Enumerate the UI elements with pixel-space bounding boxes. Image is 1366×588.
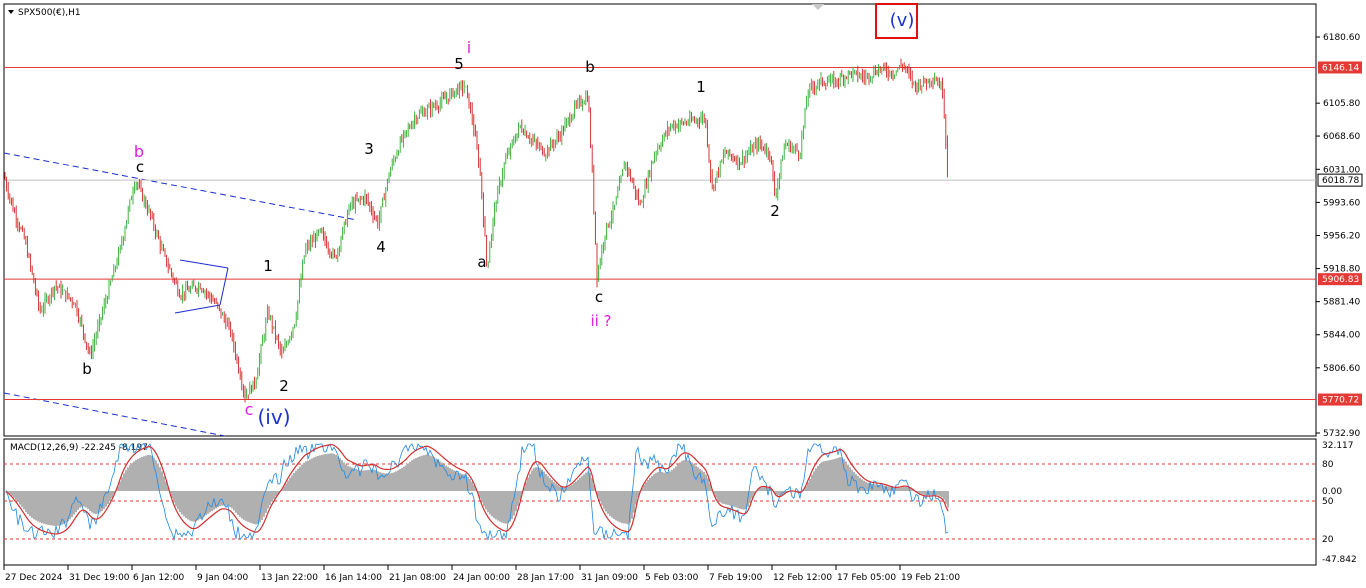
- y-tick-label: 5918.80: [1323, 265, 1360, 275]
- y-tick-label: 5844.00: [1323, 331, 1360, 341]
- current-price-label: 6018.78: [1322, 176, 1359, 186]
- macd-tick-label: 50: [1322, 497, 1334, 507]
- trendline-upper: [3, 152, 358, 221]
- wave-label: c: [245, 400, 254, 419]
- x-tick-label: 31 Dec 19:00: [69, 573, 130, 583]
- y-tick-label: 5881.40: [1323, 298, 1360, 308]
- macd-tick-label: 20: [1322, 535, 1334, 545]
- x-tick-label: 12 Feb 12:00: [773, 573, 832, 583]
- x-tick-label: 17 Feb 05:00: [837, 573, 896, 583]
- wave-label: 2: [279, 377, 289, 395]
- wave-label: c: [595, 288, 603, 306]
- x-tick-label: 28 Jan 17:00: [517, 573, 574, 583]
- y-tick-label: 6068.60: [1323, 132, 1360, 142]
- x-tick-label: 24 Jan 00:00: [453, 573, 510, 583]
- triangle-line-top: [179, 259, 229, 269]
- level-label: 5906.83: [1322, 275, 1359, 285]
- x-tick-label: 21 Jan 08:00: [389, 573, 446, 583]
- wave-label: b: [82, 360, 92, 378]
- wave-label: 2: [770, 202, 780, 220]
- chart-title: SPX500(€),H1: [18, 8, 81, 18]
- price-chart[interactable]: SPX500(€),H1 6146.14 5906.83 5770.72 6018.7…: [0, 0, 1366, 588]
- y-tick-label: 5956.20: [1323, 231, 1360, 241]
- y-tick-label: 6031.00: [1323, 165, 1360, 175]
- x-tick-label: 19 Feb 21:00: [901, 573, 960, 583]
- wave-label: b: [585, 58, 595, 76]
- wave-label: 1: [696, 78, 706, 96]
- x-tick-label: 9 Jan 04:00: [197, 573, 249, 583]
- wave-label: 3: [364, 140, 374, 158]
- wave-label: 1: [263, 257, 273, 275]
- y-tick-label: 6105.80: [1323, 99, 1360, 109]
- y-tick-label: 6180.60: [1323, 33, 1360, 43]
- y-tick-label: 5806.60: [1323, 364, 1360, 374]
- triangle-line-bottom: [174, 304, 221, 314]
- level-label: 6146.14: [1322, 63, 1359, 73]
- x-tick-label: 16 Jan 14:00: [325, 573, 382, 583]
- collapse-triangle-icon[interactable]: [8, 10, 14, 14]
- macd-tick-label: 80: [1322, 460, 1334, 470]
- macd-tick-label: 0.00: [1322, 487, 1342, 497]
- shift-marker-icon[interactable]: [812, 4, 824, 10]
- main-plot-frame: [3, 3, 1317, 437]
- wave-label: a: [477, 253, 486, 271]
- x-tick-label: 5 Feb 03:00: [645, 573, 699, 583]
- wave-label: 4: [376, 238, 386, 256]
- wave-label: ii ?: [590, 312, 611, 330]
- y-tick-label: 5993.60: [1323, 198, 1360, 208]
- y-tick-label: 5732.90: [1323, 429, 1360, 439]
- wave-label: c: [136, 158, 144, 176]
- x-tick-label: 7 Feb 19:00: [709, 573, 763, 583]
- level-label: 5770.72: [1322, 396, 1359, 406]
- x-tick-label: 6 Jan 12:00: [133, 573, 185, 583]
- wave-label: 5: [454, 55, 464, 73]
- macd-tick-label: 32.117: [1322, 441, 1354, 451]
- x-tick-label: 27 Dec 2024: [5, 573, 63, 583]
- macd-tick-label: -47.842: [1322, 555, 1357, 565]
- triangle-line-right: [219, 267, 229, 306]
- x-tick-label: 31 Jan 09:00: [581, 573, 638, 583]
- wave-label: (iv): [258, 405, 291, 429]
- x-tick-label: 13 Jan 22:00: [261, 573, 318, 583]
- wave-label: i: [467, 38, 471, 57]
- wave-label: (v): [890, 10, 915, 31]
